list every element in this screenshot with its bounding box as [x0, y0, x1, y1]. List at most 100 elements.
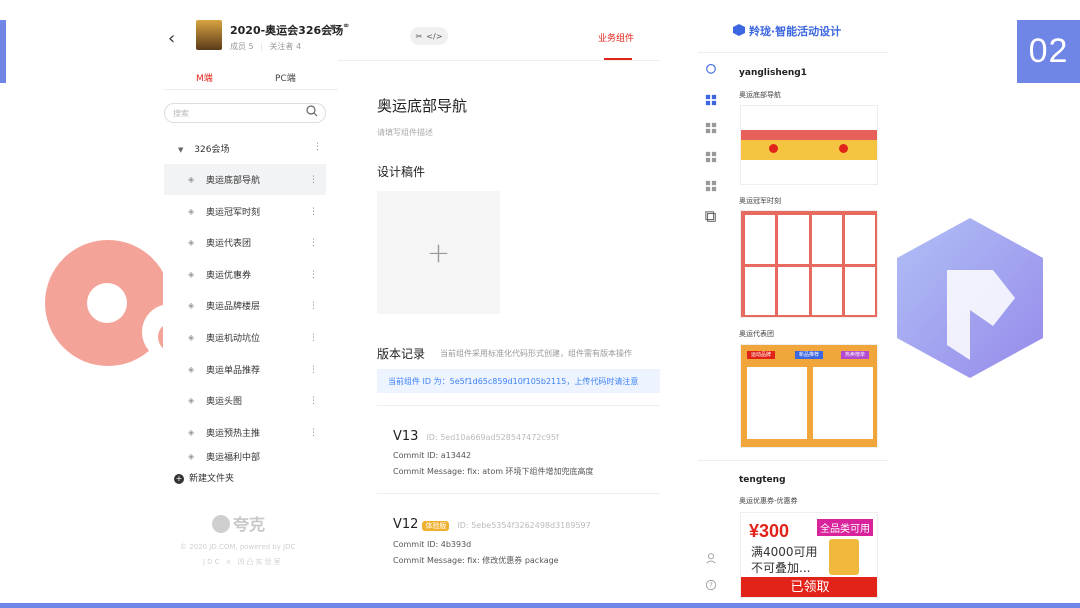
more-icon[interactable]: ⋮: [309, 365, 318, 375]
slide-accent-bar: [0, 20, 6, 83]
project-title[interactable]: 2020-奥运会326会场: [230, 22, 343, 38]
more-icon[interactable]: ⋮: [313, 142, 322, 152]
coupon-product: [829, 539, 859, 575]
plus-circle-icon: +: [174, 474, 184, 484]
upload-design-button[interactable]: +: [377, 191, 500, 314]
tree-group-label: 326会场: [194, 145, 230, 155]
tree-item[interactable]: ◈ 奥运单品推荐 ⋮: [164, 354, 326, 385]
footer-copyright: © 2020 JD.COM, powered by JDC: [180, 543, 296, 551]
svg-text:?: ?: [709, 582, 713, 590]
user-name[interactable]: tengteng: [739, 475, 786, 485]
coupon-price: ¥300: [749, 521, 790, 541]
kuake-logo: 夸克: [212, 511, 265, 535]
tree-item[interactable]: ◈ 奥运头图 ⋮: [164, 385, 326, 416]
preview-delegation[interactable]: 运动品牌 新品推荐 热卖榜单: [740, 344, 878, 448]
tree-item[interactable]: ◈ 奥运冠军时刻 ⋮: [164, 196, 326, 227]
tree-item[interactable]: ◈ 奥运品牌楼层 ⋮: [164, 290, 326, 321]
more-icon[interactable]: ⋮: [309, 238, 318, 248]
caret-down-icon: ▼: [178, 146, 184, 154]
new-folder-button[interactable]: + 新建文件夹: [174, 471, 234, 484]
thumb-caption: 奥运底部导航: [739, 91, 781, 99]
user-icon[interactable]: [704, 552, 718, 564]
meta-divider: |: [260, 42, 263, 51]
grid-icon[interactable]: [704, 180, 718, 192]
more-icon[interactable]: ⋮: [309, 270, 318, 280]
card-label: 运动品牌: [747, 351, 775, 359]
code-toggle-button[interactable]: ✂ </>: [410, 27, 448, 45]
tree-item-label: 奥运福利中部: [206, 453, 261, 463]
product-tile: [844, 215, 875, 264]
right-header-divider: [698, 52, 888, 53]
tree-item[interactable]: ◈ 奥运代表团 ⋮: [164, 227, 326, 258]
layers-icon: ◈: [188, 396, 195, 405]
nav-stripe: [741, 130, 877, 140]
copy-icon[interactable]: [704, 211, 718, 223]
preview-bottom-nav[interactable]: [740, 105, 878, 185]
tree-item[interactable]: ◈ 奥运优惠券 ⋮: [164, 259, 326, 290]
nav-dot: [839, 144, 848, 153]
slide-number: 02: [1017, 20, 1080, 83]
commit-id: Commit ID: a13442: [393, 451, 472, 460]
version-card[interactable]: V13 ID: 5ed10a669ad528547472c95f Commit I…: [377, 405, 660, 493]
tree-item-label: 奥运单品推荐: [206, 366, 261, 376]
layers-icon: ◈: [188, 175, 195, 184]
tree-item[interactable]: ◈ 奥运预热主推 ⋮: [164, 417, 326, 448]
tree-item-label: 奥运品牌楼层: [206, 302, 261, 312]
member-count[interactable]: 成员 5: [230, 42, 254, 51]
more-icon[interactable]: ⋮: [309, 428, 318, 438]
rocket-icon[interactable]: [704, 62, 718, 74]
plus-icon: +: [426, 236, 451, 269]
coupon-condition: 满4000可用: [751, 545, 818, 559]
preview-champion[interactable]: [740, 210, 878, 318]
tree-item[interactable]: ◈ 奥运福利中部: [164, 449, 326, 465]
version-header: V13 ID: 5ed10a669ad528547472c95f: [393, 425, 559, 444]
version-label: V12: [393, 517, 419, 532]
more-icon[interactable]: ⋮: [309, 175, 318, 185]
layers-icon: ◈: [188, 238, 195, 247]
grid-icon[interactable]: [704, 94, 718, 106]
product-tile: [745, 215, 776, 264]
back-icon[interactable]: ‹: [168, 28, 175, 49]
tab-business-components[interactable]: 业务组件: [598, 31, 634, 44]
tree-item[interactable]: ◈ 奥运机动坑位 ⋮: [164, 322, 326, 353]
tree-item-label: 奥运头图: [206, 397, 243, 407]
deco-circle-hole: [87, 283, 127, 323]
layers-icon: ◈: [188, 428, 195, 437]
tree-item[interactable]: ◈ 奥运底部导航 ⋮: [164, 164, 326, 195]
new-folder-label: 新建文件夹: [189, 474, 235, 484]
layers-icon: ◈: [188, 301, 195, 310]
help-icon[interactable]: ?: [704, 579, 718, 591]
product-tile: [811, 215, 842, 264]
grid-icon[interactable]: [704, 122, 718, 134]
component-desc-input[interactable]: 请填写组件描述: [377, 127, 433, 138]
search-placeholder: 搜索: [173, 109, 189, 118]
thumb-caption: 奥运冠军时刻: [739, 197, 781, 205]
tools-icon: ✂: [415, 31, 423, 41]
chevron-down-icon[interactable]: ▼: [330, 23, 336, 32]
coupon-badge: 全品类可用: [817, 519, 873, 536]
search-icon[interactable]: [306, 105, 318, 117]
grid-icon[interactable]: [704, 151, 718, 163]
code-icon: </>: [426, 31, 443, 41]
more-icon[interactable]: ⋮: [309, 301, 318, 311]
more-icon[interactable]: ⋮: [309, 333, 318, 343]
tab-pc[interactable]: PC端: [275, 71, 296, 84]
preview-coupon[interactable]: ¥300 全品类可用 满4000可用 不可叠加... 已领取: [740, 512, 878, 598]
more-icon[interactable]: ⋮: [309, 207, 318, 217]
component-title[interactable]: 奥运底部导航: [377, 95, 467, 116]
link-icon[interactable]: ⚭: [342, 21, 350, 32]
more-icon[interactable]: ⋮: [309, 396, 318, 406]
component-id-banner: 当前组件 ID 为：5e5f1d65c859d10f105b2115，上传代码时…: [377, 369, 660, 393]
version-card[interactable]: V12 体验版 ID: 5ebe5354f3262498d3189597 Commi…: [377, 493, 660, 588]
follower-count[interactable]: 关注者 4: [269, 42, 301, 51]
footer-credit: JDC × 凹凸实验室: [203, 558, 283, 566]
version-id: ID: 5ed10a669ad528547472c95f: [426, 433, 559, 442]
tree-group-326[interactable]: ▼ 326会场: [178, 142, 229, 155]
tree-item-label: 奥运机动坑位: [206, 334, 261, 344]
project-meta: 成员 5 | 关注者 4: [230, 41, 301, 52]
tab-mobile[interactable]: M端: [196, 71, 213, 84]
coupon-claimed-button[interactable]: 已领取: [741, 577, 877, 597]
nav-dot: [769, 144, 778, 153]
commit-message: Commit Message: fix: atom 环境下组件增加兜底高度: [393, 467, 594, 476]
user-name[interactable]: yanglisheng1: [739, 68, 807, 78]
